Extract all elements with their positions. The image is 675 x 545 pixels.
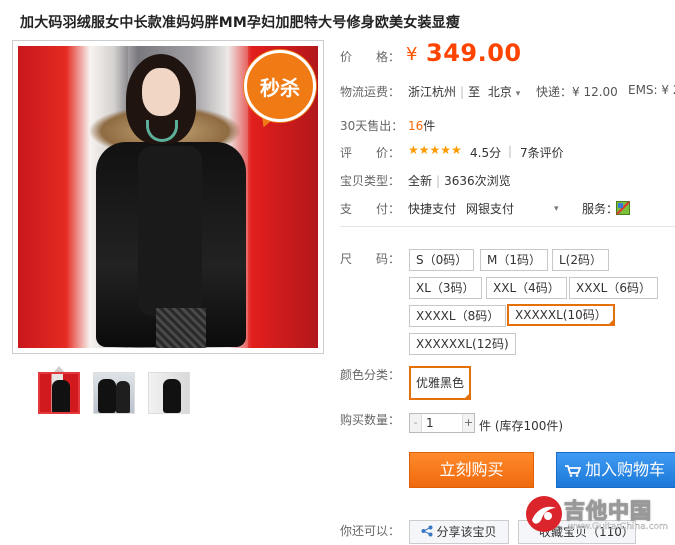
sales-unit: 件 — [423, 119, 436, 133]
item-type: 全新 | 3636次浏览 — [408, 174, 511, 188]
guitar-logo-icon — [526, 496, 562, 532]
flash-sale-badge: 秒杀 — [244, 50, 316, 122]
ems-fee: EMS: ¥ 2 — [628, 83, 675, 97]
rating-label: 评 价： — [340, 146, 401, 160]
size-option-m[interactable]: M（1码） — [480, 249, 548, 271]
review-count-link[interactable]: 7条评价 — [520, 144, 564, 161]
quantity-decrease-button[interactable]: - — [410, 414, 422, 432]
shipping-route: 浙江杭州 | 至 北京 ▾ — [408, 85, 521, 99]
price-label: 价 格： — [340, 50, 401, 64]
watermark: 吉他中国 www.GuitarChina.com — [524, 494, 672, 536]
buy-now-button[interactable]: 立刻购买 — [409, 452, 534, 488]
express-fee: 快递：¥ 12.00 — [536, 85, 618, 99]
thumbnail-3[interactable] — [148, 372, 190, 414]
currency-symbol: ¥ — [406, 44, 418, 65]
price-value: 349.00 — [426, 39, 522, 67]
sales-count: 16 — [408, 119, 424, 133]
section-divider — [340, 226, 675, 227]
shipping-label: 物流运费： — [340, 85, 401, 99]
add-to-cart-label: 加入购物车 — [585, 460, 666, 479]
size-option-xl[interactable]: XL（3码） — [409, 277, 482, 299]
view-count: 3636次浏览 — [444, 174, 511, 188]
size-option-l[interactable]: L(2码） — [552, 249, 610, 271]
thumbnail-2[interactable] — [93, 372, 135, 414]
size-label: 尺 码： — [340, 252, 401, 266]
size-option-xxxl[interactable]: XXXL（6码） — [569, 277, 658, 299]
ship-to-select[interactable]: 北京 ▾ — [488, 85, 520, 99]
service-label: 服务： — [582, 202, 619, 216]
quantity-stepper: - 1 + — [409, 413, 475, 433]
quantity-increase-button[interactable]: + — [462, 414, 474, 432]
size-option-s[interactable]: S（0码） — [409, 249, 475, 271]
rating-stars-icon: ★★★★★ — [408, 143, 462, 157]
sales-value: 16件 — [408, 117, 435, 134]
product-title: 加大码羽绒服女中长款准妈妈胖MM孕妇加肥特大号修身欧美女装显瘦 — [20, 15, 461, 31]
check-icon: ✓ — [606, 314, 613, 322]
add-to-cart-button[interactable]: 加入购物车 — [556, 452, 675, 488]
sales-label: 30天售出： — [340, 119, 404, 133]
rating-score: 4.5分 — [470, 146, 502, 160]
color-option-black-selected[interactable]: 优雅黑色 — [409, 366, 471, 400]
size-option-xxxxxxl[interactable]: XXXXXXL(12码) — [409, 333, 516, 355]
watermark-text-en: www.GuitarChina.com — [568, 522, 668, 532]
size-option-xxxxl[interactable]: XXXXL（8码） — [409, 305, 507, 327]
payment-dropdown-icon[interactable]: ▾ — [554, 200, 559, 214]
watermark-text-cn: 吉他中国 — [564, 499, 652, 524]
quantity-input[interactable]: 1 — [426, 416, 434, 430]
share-label: 分享该宝贝 — [436, 525, 497, 539]
color-label: 颜色分类： — [340, 368, 401, 382]
chevron-down-icon: ▾ — [515, 89, 521, 99]
payment-method-1: 快捷支付 — [408, 202, 457, 216]
rating-sep: | — [508, 144, 513, 158]
share-icon — [421, 525, 433, 537]
payment-method-2: 网银支付 — [466, 202, 515, 216]
item-condition: 全新 — [408, 174, 433, 188]
ship-to-prefix: 至 — [468, 85, 481, 99]
share-button[interactable]: 分享该宝贝 — [409, 520, 509, 544]
payment-label: 支 付： — [340, 202, 401, 216]
ship-from: 浙江杭州 — [408, 85, 457, 99]
cart-icon — [565, 464, 581, 477]
extra-actions-label: 你还可以： — [340, 524, 401, 538]
size-option-xxl[interactable]: XXL（4码） — [486, 277, 567, 299]
size-option-xxxxxl-selected[interactable]: XXXXXL(10码） ✓ — [507, 304, 615, 326]
type-label: 宝贝类型： — [340, 174, 401, 188]
quantity-label: 购买数量： — [340, 413, 401, 427]
service-icon[interactable] — [616, 201, 630, 218]
stock-info: 件 (库存100件) — [479, 419, 564, 433]
thumbnail-1[interactable] — [38, 372, 80, 414]
